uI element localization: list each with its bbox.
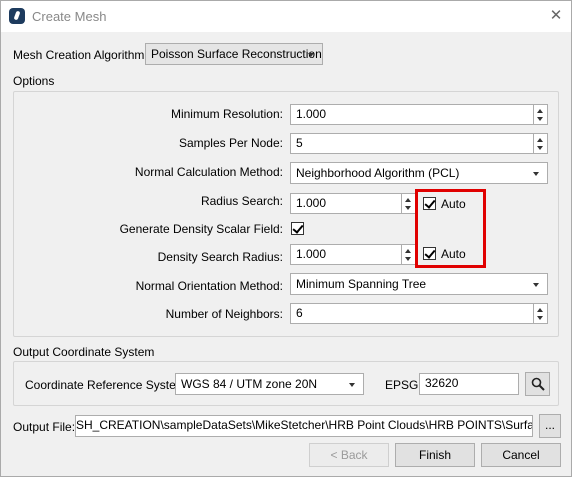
samples-per-node-label: Samples Per Node:	[178, 136, 283, 150]
density-scalar-label: Generate Density Scalar Field:	[119, 222, 283, 236]
auto-highlight-box	[415, 189, 486, 268]
back-button[interactable]: < Back	[309, 443, 389, 467]
radius-search-input[interactable]: 1.000	[290, 193, 402, 214]
normal-orientation-label: Normal Orientation Method:	[135, 279, 283, 293]
crs-search-button[interactable]	[525, 372, 550, 396]
normal-calc-method-value: Neighborhood Algorithm (PCL)	[296, 166, 460, 180]
chevron-down-icon	[308, 53, 314, 57]
radius-search-spinner[interactable]	[402, 193, 416, 214]
algorithm-value: Poisson Surface Reconstruction	[151, 47, 322, 61]
chevron-down-icon	[349, 383, 355, 387]
normal-calc-method-label: Normal Calculation Method:	[134, 165, 283, 179]
algorithm-select[interactable]: Poisson Surface Reconstruction	[145, 43, 323, 65]
output-file-label: Output File:	[13, 420, 76, 434]
min-resolution-label: Minimum Resolution:	[170, 107, 283, 121]
radius-search-label: Radius Search:	[200, 194, 283, 208]
normal-orientation-select[interactable]: Minimum Spanning Tree	[290, 273, 548, 295]
density-radius-input[interactable]: 1.000	[290, 244, 402, 265]
num-neighbors-label: Number of Neighbors:	[165, 307, 283, 321]
crs-select[interactable]: WGS 84 / UTM zone 20N	[175, 373, 364, 395]
algorithm-label: Mesh Creation Algorithm:	[13, 48, 148, 62]
window-title: Create Mesh	[32, 9, 107, 24]
options-title: Options	[13, 74, 55, 88]
chevron-down-icon	[533, 283, 539, 287]
title-bar: Create Mesh ✕	[1, 1, 571, 32]
output-file-input[interactable]: SH_CREATION\sampleDataSets\MikeStetcher\…	[75, 415, 533, 437]
min-resolution-spinner[interactable]	[534, 104, 548, 125]
num-neighbors-spinner[interactable]	[534, 303, 548, 324]
epsg-label: EPSG:	[385, 378, 422, 392]
output-cs-title: Output Coordinate System	[13, 345, 155, 359]
num-neighbors-input[interactable]: 6	[290, 303, 534, 324]
crs-label: Coordinate Reference System:	[25, 378, 190, 392]
epsg-input[interactable]: 32620	[419, 373, 519, 395]
density-scalar-checkbox[interactable]	[291, 222, 304, 235]
chevron-down-icon	[533, 172, 539, 176]
browse-button[interactable]: ...	[539, 414, 561, 438]
density-radius-spinner[interactable]	[402, 244, 416, 265]
output-file-value: SH_CREATION\sampleDataSets\MikeStetcher\…	[76, 418, 532, 432]
normal-orientation-value: Minimum Spanning Tree	[296, 277, 427, 291]
close-icon[interactable]: ✕	[547, 7, 565, 25]
density-radius-label: Density Search Radius:	[157, 250, 283, 264]
app-logo-icon	[9, 8, 25, 24]
cancel-button[interactable]: Cancel	[481, 443, 561, 467]
crs-value: WGS 84 / UTM zone 20N	[181, 377, 318, 391]
create-mesh-dialog: Create Mesh ✕ Mesh Creation Algorithm: P…	[0, 0, 572, 477]
search-icon	[531, 377, 545, 391]
finish-button[interactable]: Finish	[395, 443, 475, 467]
normal-calc-method-select[interactable]: Neighborhood Algorithm (PCL)	[290, 162, 548, 184]
samples-per-node-input[interactable]: 5	[290, 133, 534, 154]
min-resolution-input[interactable]: 1.000	[290, 104, 534, 125]
samples-per-node-spinner[interactable]	[534, 133, 548, 154]
